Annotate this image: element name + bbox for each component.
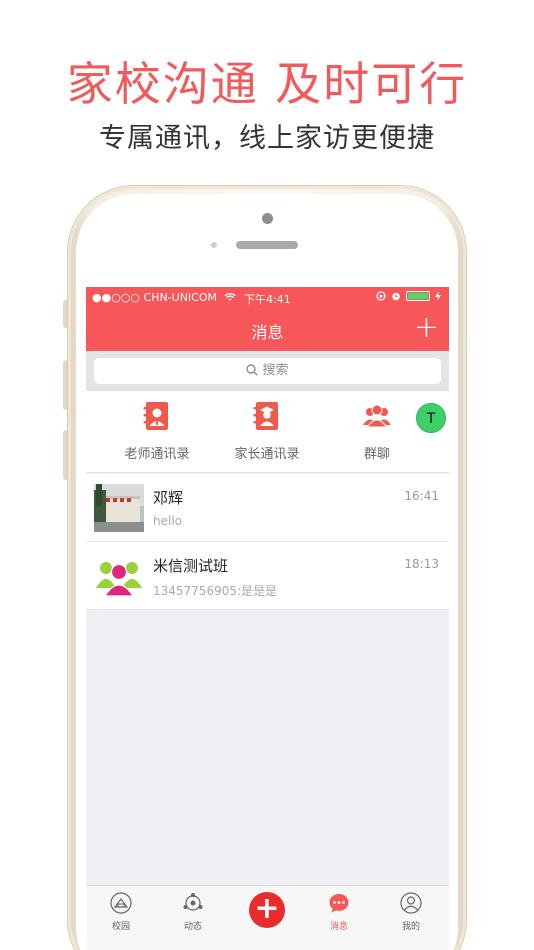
parent-contacts-button[interactable]: 家长通讯录 bbox=[212, 401, 322, 462]
tab-moments-label: 动态 bbox=[183, 922, 202, 932]
conversation-name: 米信测试班 bbox=[153, 557, 229, 575]
teacher-contacts-icon bbox=[143, 402, 168, 430]
phone-speaker bbox=[236, 241, 298, 249]
conversation-item[interactable]: 米信测试班 13457756905:是是是 18:13 bbox=[86, 542, 449, 610]
building-photo-avatar bbox=[94, 484, 144, 532]
group-chat-icon bbox=[363, 404, 391, 428]
search-icon bbox=[246, 364, 259, 376]
tab-profile[interactable]: 我的 bbox=[381, 892, 441, 932]
conversation-item[interactable]: 邓辉 hello 16:41 bbox=[86, 474, 449, 542]
add-button[interactable]: + bbox=[414, 312, 439, 344]
conversation-preview: hello bbox=[153, 514, 182, 528]
group-chat-button[interactable]: 群聊 bbox=[322, 401, 432, 462]
phone-screen: ●●○○○ CHN-UNICOM 下午4:41 消息 + 搜索 老师通讯录 家长… bbox=[86, 287, 449, 950]
status-time: 下午4:41 bbox=[244, 293, 291, 306]
profile-icon bbox=[400, 892, 422, 914]
search-placeholder: 搜索 bbox=[262, 363, 289, 378]
phone-camera bbox=[262, 213, 273, 224]
conversation-time: 16:41 bbox=[404, 489, 439, 503]
tab-campus-label: 校园 bbox=[111, 922, 130, 932]
conversation-avatar bbox=[94, 552, 144, 600]
charging-icon bbox=[435, 291, 441, 301]
plus-button[interactable]: + bbox=[249, 892, 285, 928]
message-icon bbox=[329, 894, 349, 913]
search-bar: 搜索 bbox=[86, 351, 449, 391]
alarm-icon bbox=[392, 292, 400, 301]
tab-bar: 校园 动态 + 消息 我的 bbox=[86, 885, 449, 950]
conversation-name: 邓辉 bbox=[153, 489, 184, 507]
parent-contacts-icon bbox=[253, 402, 278, 430]
battery-icon bbox=[406, 291, 430, 301]
page-title: 消息 bbox=[251, 323, 284, 342]
carrier-label: ●●○○○ CHN-UNICOM bbox=[92, 291, 236, 304]
navbar: 消息 + bbox=[86, 309, 449, 351]
promo-title: 家校沟通 及时可行 bbox=[66, 57, 468, 111]
parent-contacts-label: 家长通讯录 bbox=[234, 447, 300, 462]
tab-messages-label: 消息 bbox=[329, 922, 348, 932]
tab-moments[interactable]: 动态 bbox=[163, 892, 223, 932]
teacher-contacts-label: 老师通讯录 bbox=[124, 447, 190, 462]
wifi-icon bbox=[223, 293, 236, 301]
conversation-avatar bbox=[94, 484, 144, 532]
phone-sensor bbox=[211, 242, 217, 248]
rotation-lock-icon bbox=[376, 291, 386, 301]
group-chat-label: 群聊 bbox=[363, 447, 390, 462]
quick-actions: 老师通讯录 家长通讯录 群聊 T bbox=[86, 391, 449, 473]
campus-icon bbox=[110, 892, 132, 914]
conversation-time: 18:13 bbox=[404, 557, 439, 571]
tab-messages[interactable]: 消息 bbox=[309, 892, 369, 932]
status-right bbox=[376, 291, 441, 301]
conversation-preview: 13457756905:是是是 bbox=[153, 584, 278, 598]
floating-user-avatar[interactable]: T bbox=[416, 403, 446, 433]
tab-profile-label: 我的 bbox=[401, 922, 420, 932]
search-input[interactable]: 搜索 bbox=[94, 358, 441, 384]
tab-campus[interactable]: 校园 bbox=[91, 892, 151, 932]
promo-subtitle: 专属通讯，线上家访更便捷 bbox=[99, 123, 435, 154]
moments-icon bbox=[183, 893, 203, 911]
group-avatar-icon bbox=[96, 562, 142, 597]
teacher-contacts-button[interactable]: 老师通讯录 bbox=[102, 401, 212, 462]
status-bar: ●●○○○ CHN-UNICOM 下午4:41 bbox=[86, 287, 449, 309]
